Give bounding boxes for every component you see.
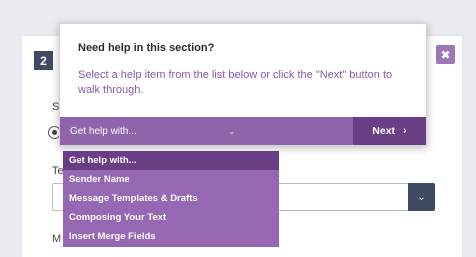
help-popover: Need help in this section? Select a help… — [59, 23, 427, 146]
help-topic-select[interactable]: Get help with... ⌄ — [60, 117, 353, 145]
close-icon[interactable]: ✖ — [436, 45, 455, 64]
dropdown-item[interactable]: Message Templates & Drafts — [63, 189, 279, 208]
help-description: Select a help item from the list below o… — [78, 69, 393, 96]
help-topic-dropdown: Get help with... Sender Name Message Tem… — [63, 151, 279, 247]
chevron-down-icon: ⌄ — [228, 126, 235, 136]
message-section-label: M — [52, 233, 62, 245]
dropdown-item[interactable]: Insert Merge Fields — [63, 227, 279, 246]
next-button-label: Next — [372, 125, 396, 137]
dropdown-item[interactable]: Get help with... — [63, 151, 279, 170]
help-title: Need help in this section? — [78, 42, 215, 54]
step-number-badge: 2 — [34, 51, 53, 70]
template-section-label: Te — [52, 165, 64, 177]
chevron-down-icon[interactable]: ⌄ — [408, 183, 435, 211]
dropdown-item[interactable]: Sender Name — [63, 170, 279, 189]
next-button[interactable]: Next › — [353, 117, 426, 145]
help-action-bar: Get help with... ⌄ Next › — [60, 117, 426, 145]
help-topic-select-value: Get help with... — [70, 125, 137, 137]
chevron-right-icon: › — [403, 125, 407, 137]
dropdown-item[interactable]: Composing Your Text — [63, 208, 279, 227]
